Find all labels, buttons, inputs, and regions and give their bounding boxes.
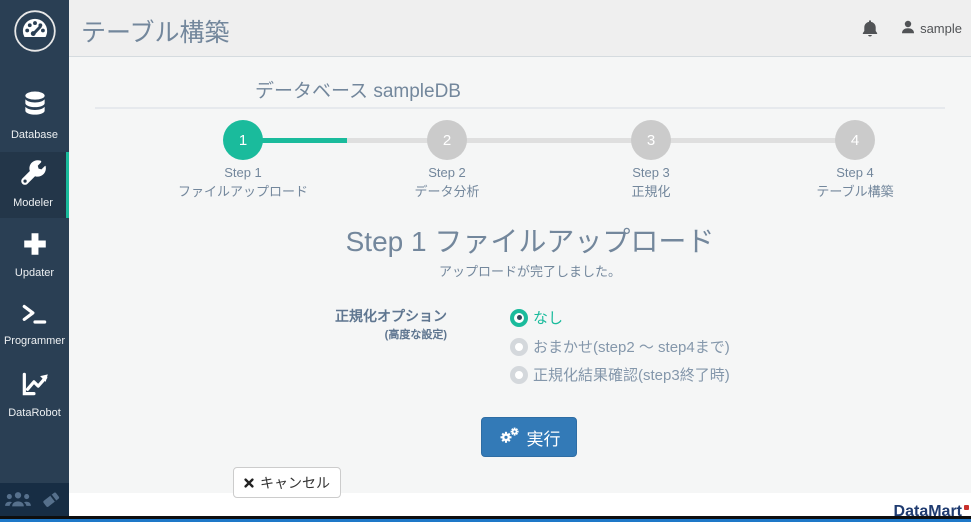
step-label-4: Step 4 テーブル構築: [755, 163, 955, 201]
main-content: データベース sampleDB 1 2 3 4 Step 1 ファイルアップロー…: [69, 57, 971, 493]
plus-icon: [21, 245, 49, 262]
step-number: 2: [443, 132, 451, 149]
form-label-sub: (高度な設定): [243, 325, 447, 345]
radio-label: 正規化結果確認(step3終了時): [533, 364, 730, 385]
radio-unselected-icon[interactable]: [510, 338, 528, 356]
sidebar-footer: [0, 483, 69, 516]
user-menu[interactable]: sample: [901, 20, 962, 37]
step-number: 1: [239, 132, 247, 149]
gears-icon: [498, 426, 520, 449]
step-label-2: Step 2 データ分析: [347, 163, 547, 201]
footer-logo-dot: [964, 505, 969, 510]
upload-complete-message: アップロードが完了しました。: [69, 261, 971, 280]
app-window: Database Modeler Updater: [0, 0, 971, 522]
notifications-button[interactable]: [862, 19, 878, 43]
footer-logo-text: DataMart: [894, 502, 962, 516]
title-divider: [95, 107, 945, 109]
step-caption: 正規化: [551, 182, 751, 201]
step-name: Step 3: [551, 163, 751, 182]
cancel-button-label: キャンセル: [260, 473, 330, 493]
normalization-option-label: 正規化オプション (高度な設定): [243, 308, 447, 345]
sidebar-item-label: Modeler: [0, 197, 66, 209]
step-name: Step 2: [347, 163, 547, 182]
sidebar-item-label: Database: [0, 129, 69, 141]
line-chart-icon: [19, 385, 51, 402]
sidebar-item-label: Programmer: [0, 335, 69, 347]
sidebar-item-modeler[interactable]: Modeler: [0, 152, 69, 218]
radio-label: おまかせ(step2 〜 step4まで): [533, 336, 730, 357]
radio-selected-icon[interactable]: [510, 309, 528, 327]
radio-label: なし: [533, 307, 563, 328]
form-label-main: 正規化オプション: [243, 308, 447, 325]
step-number: 4: [851, 132, 859, 149]
step-caption: データ分析: [347, 182, 547, 201]
step-number: 3: [647, 132, 655, 149]
top-navbar: テーブル構築 sample: [69, 0, 971, 57]
username: sample: [920, 21, 962, 36]
wrench-icon: [18, 175, 48, 192]
step-name: Step 4: [755, 163, 955, 182]
users-group-icon[interactable]: [4, 489, 32, 511]
sidebar-item-updater[interactable]: Updater: [0, 224, 69, 286]
step-heading: Step 1 ファイルアップロード: [69, 220, 971, 260]
radio-option-none[interactable]: なし: [510, 307, 563, 328]
execute-button-label: 実行: [527, 425, 561, 450]
execute-button[interactable]: 実行: [481, 417, 577, 457]
sidebar-item-label: Updater: [0, 267, 69, 279]
step-caption: ファイルアップロード: [143, 182, 343, 201]
x-icon: [244, 475, 254, 491]
database-subtitle: データベース sampleDB: [255, 76, 461, 103]
footer-logo: DataMart: [894, 502, 969, 516]
step-circle-3: 3: [631, 120, 671, 160]
radio-option-auto[interactable]: おまかせ(step2 〜 step4まで): [510, 336, 730, 357]
cancel-button[interactable]: キャンセル: [233, 467, 341, 498]
terminal-icon: [20, 313, 50, 330]
step-circle-1: 1: [223, 120, 263, 160]
step-circle-2: 2: [427, 120, 467, 160]
sidebar-item-programmer[interactable]: Programmer: [0, 296, 69, 358]
sidebar-item-label: DataRobot: [0, 407, 69, 419]
step-caption: テーブル構築: [755, 182, 955, 201]
sidebar-item-datarobot[interactable]: DataRobot: [0, 364, 69, 426]
radio-option-confirm[interactable]: 正規化結果確認(step3終了時): [510, 364, 730, 385]
sidebar-item-database[interactable]: Database: [0, 84, 69, 146]
page-title: テーブル構築: [81, 13, 230, 49]
radio-unselected-icon[interactable]: [510, 366, 528, 384]
bell-icon: [862, 25, 878, 42]
sidebar: Database Modeler Updater: [0, 0, 69, 516]
user-icon: [901, 20, 915, 37]
eraser-icon[interactable]: [37, 489, 65, 511]
gauge-logo-icon: [12, 8, 58, 59]
page-footer: DataMart: [69, 493, 971, 516]
step-name: Step 1: [143, 163, 343, 182]
app-logo[interactable]: [0, 8, 69, 58]
database-icon: [22, 107, 48, 124]
step-label-1: Step 1 ファイルアップロード: [143, 163, 343, 201]
step-circle-4: 4: [835, 120, 875, 160]
step-label-3: Step 3 正規化: [551, 163, 751, 201]
